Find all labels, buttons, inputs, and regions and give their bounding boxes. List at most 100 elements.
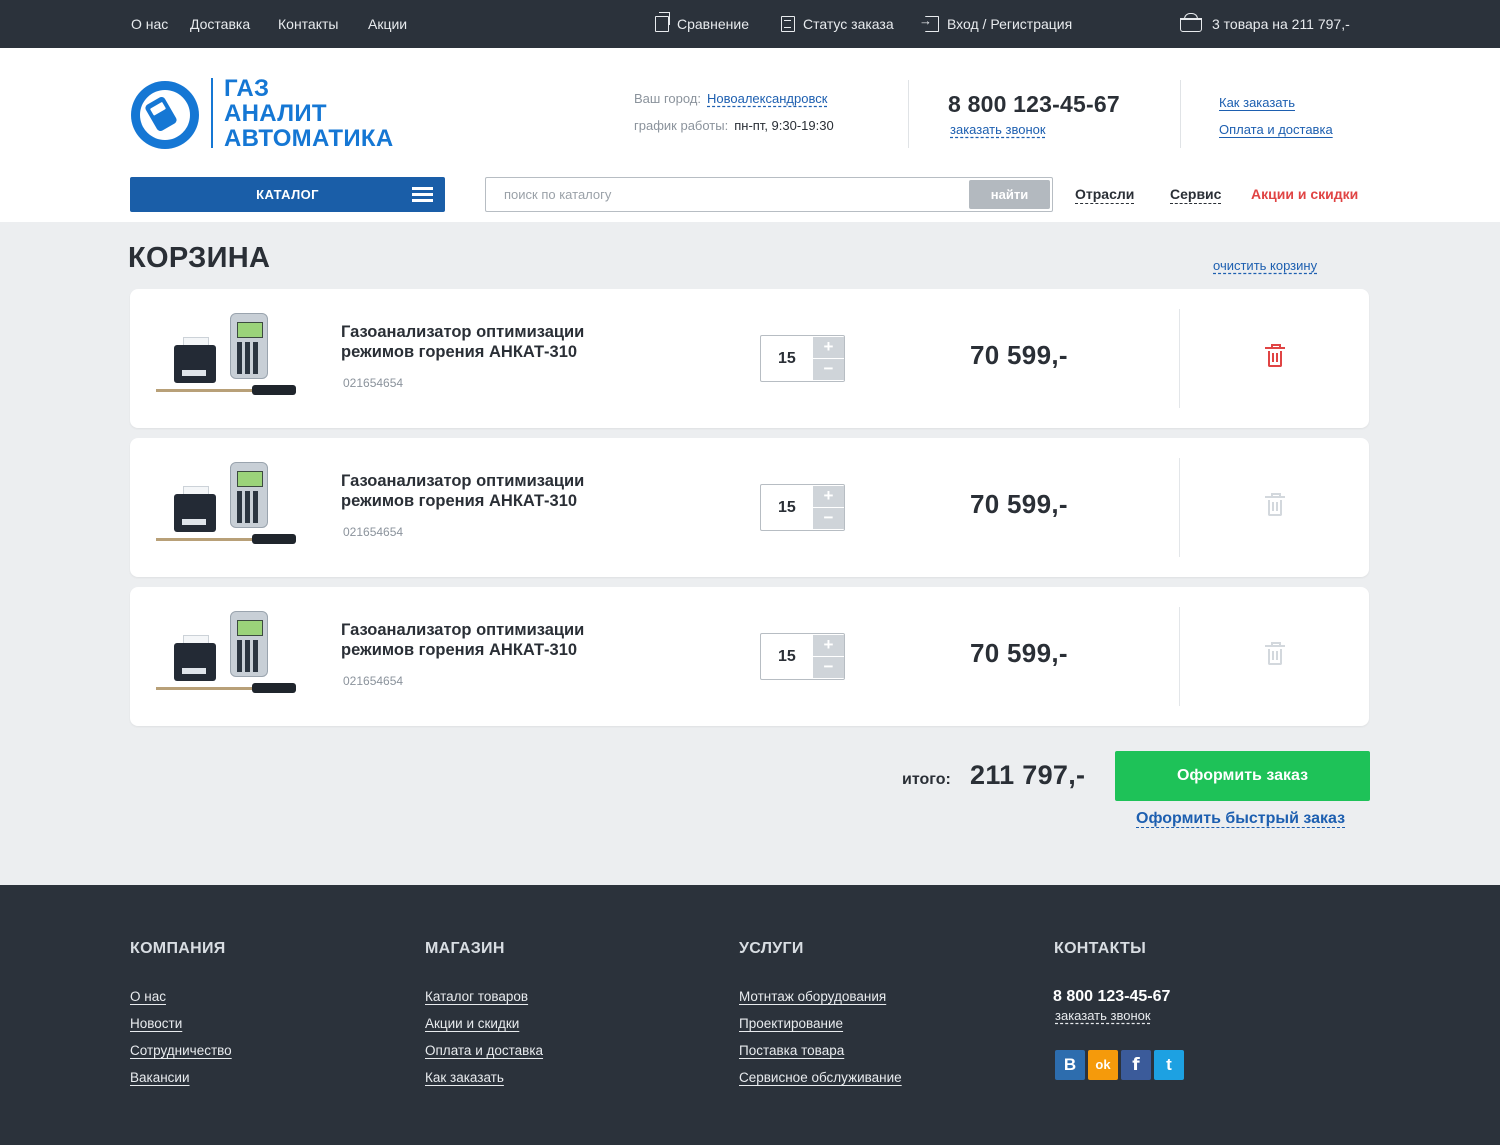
- quantity-decrease-button[interactable]: −: [813, 508, 844, 529]
- product-sku: 021654654: [343, 525, 404, 539]
- site-footer: КОМПАНИЯ О нас Новости Сотрудничество Ва…: [0, 885, 1500, 1145]
- work-hours: график работы: пн-пт, 9:30-19:30: [634, 118, 834, 133]
- trash-icon[interactable]: [1265, 642, 1285, 665]
- order-status-link[interactable]: Статус заказа: [781, 16, 894, 32]
- quantity-stepper: 15 + −: [760, 484, 845, 531]
- footer-link[interactable]: Проектирование: [739, 1016, 843, 1031]
- footer-link[interactable]: Сотрудничество: [130, 1043, 232, 1058]
- logo-divider: [211, 78, 213, 148]
- menu-icon: [412, 187, 433, 202]
- product-sku: 021654654: [343, 376, 404, 390]
- logo-line-1: ГАЗ: [224, 75, 270, 102]
- city-selector: Ваш город: Новоалександровск: [634, 91, 827, 106]
- product-sku: 021654654: [343, 674, 404, 688]
- row-divider: [1179, 458, 1180, 557]
- login-label: Вход / Регистрация: [947, 16, 1073, 32]
- twitter-icon[interactable]: t: [1154, 1050, 1184, 1080]
- document-icon: [781, 16, 795, 32]
- top-bar: О нас Доставка Контакты Акции Сравнение …: [0, 0, 1500, 48]
- product-image[interactable]: [152, 309, 302, 404]
- quantity-increase-button[interactable]: +: [813, 635, 844, 656]
- item-price: 70 599,-: [970, 489, 1068, 519]
- quantity-decrease-button[interactable]: −: [813, 657, 844, 678]
- quantity-stepper: 15 + −: [760, 633, 845, 680]
- footer-link[interactable]: О нас: [130, 989, 166, 1004]
- login-link[interactable]: Вход / Регистрация: [919, 13, 1073, 32]
- page-title: КОРЗИНА: [128, 242, 271, 274]
- total-label: итого:: [902, 771, 951, 788]
- quantity-value[interactable]: 15: [778, 648, 796, 666]
- row-divider: [1179, 607, 1180, 706]
- topbar-link-promo[interactable]: Акции: [368, 16, 407, 32]
- footer-link[interactable]: Как заказать: [425, 1070, 504, 1085]
- catalog-search: найти: [485, 177, 1053, 212]
- header-phone[interactable]: 8 800 123-45-67: [948, 91, 1120, 118]
- header-divider: [1180, 80, 1181, 148]
- payment-delivery-link[interactable]: Оплата и доставка: [1219, 122, 1333, 137]
- compare-label: Сравнение: [677, 16, 749, 32]
- basket-icon: [1180, 13, 1202, 32]
- hours-label: график работы:: [634, 118, 729, 133]
- item-price: 70 599,-: [970, 340, 1068, 370]
- cart-item: Газоанализатор оптимизации режимов горен…: [130, 289, 1369, 428]
- nav-service[interactable]: Сервис: [1170, 186, 1221, 202]
- checkout-button[interactable]: Оформить заказ: [1115, 751, 1370, 801]
- city-value-link[interactable]: Новоалександровск: [707, 91, 827, 106]
- quantity-increase-button[interactable]: +: [813, 337, 844, 358]
- item-price: 70 599,-: [970, 638, 1068, 668]
- logo-text[interactable]: ГАЗ АНАЛИТ АВТОМАТИКА: [224, 76, 394, 151]
- footer-link[interactable]: Сервисное обслуживание: [739, 1070, 902, 1085]
- header-divider: [908, 80, 909, 148]
- product-image[interactable]: [152, 607, 302, 702]
- cart-summary-link[interactable]: 3 товара на 211 797,-: [1180, 13, 1350, 32]
- product-name-link[interactable]: Газоанализатор оптимизации режимов горен…: [341, 322, 641, 362]
- footer-link[interactable]: Акции и скидки: [425, 1016, 519, 1031]
- footer-link[interactable]: Мотнтаж оборудования: [739, 989, 886, 1004]
- footer-phone[interactable]: 8 800 123-45-67: [1053, 988, 1170, 1006]
- facebook-icon[interactable]: f: [1121, 1050, 1151, 1080]
- footer-link[interactable]: Каталог товаров: [425, 989, 528, 1004]
- header-callback-link[interactable]: заказать звонок: [950, 122, 1046, 137]
- footer-callback-link[interactable]: заказать звонок: [1055, 1008, 1151, 1023]
- product-name-link[interactable]: Газоанализатор оптимизации режимов горен…: [341, 620, 641, 660]
- quantity-value[interactable]: 15: [778, 350, 796, 368]
- compare-icon: [655, 12, 670, 32]
- footer-heading-shop: МАГАЗИН: [425, 940, 505, 957]
- how-to-order-link[interactable]: Как заказать: [1219, 95, 1295, 110]
- quantity-increase-button[interactable]: +: [813, 486, 844, 507]
- footer-link[interactable]: Новости: [130, 1016, 182, 1031]
- product-image[interactable]: [152, 458, 302, 553]
- footer-link[interactable]: Оплата и доставка: [425, 1043, 543, 1058]
- clear-cart-link[interactable]: очистить корзину: [1213, 258, 1317, 273]
- footer-link[interactable]: Вакансии: [130, 1070, 190, 1085]
- search-input[interactable]: [486, 178, 970, 211]
- topbar-link-about[interactable]: О нас: [131, 16, 168, 32]
- catalog-button[interactable]: КАТАЛОГ: [130, 177, 445, 212]
- footer-link[interactable]: Поставка товара: [739, 1043, 844, 1058]
- cart-item: Газоанализатор оптимизации режимов горен…: [130, 587, 1369, 726]
- catalog-button-label: КАТАЛОГ: [256, 187, 319, 202]
- footer-heading-services: УСЛУГИ: [739, 940, 804, 957]
- total-value: 211 797,-: [970, 760, 1086, 790]
- nav-industries[interactable]: Отрасли: [1075, 186, 1134, 202]
- login-icon: [919, 13, 939, 32]
- topbar-link-delivery[interactable]: Доставка: [190, 16, 250, 32]
- quantity-decrease-button[interactable]: −: [813, 359, 844, 380]
- nav-promotions[interactable]: Акции и скидки: [1251, 186, 1358, 202]
- order-status-label: Статус заказа: [803, 16, 894, 32]
- quick-order-link[interactable]: Оформить быстрый заказ: [1136, 810, 1345, 828]
- vk-icon[interactable]: В: [1055, 1050, 1085, 1080]
- hours-value: пн-пт, 9:30-19:30: [734, 118, 834, 133]
- logo-line-2: АНАЛИТ: [224, 100, 327, 127]
- trash-icon[interactable]: [1265, 493, 1285, 516]
- trash-icon[interactable]: [1265, 344, 1285, 367]
- topbar-link-contacts[interactable]: Контакты: [278, 16, 338, 32]
- ok-icon[interactable]: ok: [1088, 1050, 1118, 1080]
- logo-line-3: АВТОМАТИКА: [224, 125, 394, 152]
- compare-link[interactable]: Сравнение: [655, 12, 749, 32]
- search-button[interactable]: найти: [969, 180, 1050, 209]
- row-divider: [1179, 309, 1180, 408]
- logo-emblem[interactable]: [131, 81, 199, 149]
- quantity-value[interactable]: 15: [778, 499, 796, 517]
- product-name-link[interactable]: Газоанализатор оптимизации режимов горен…: [341, 471, 641, 511]
